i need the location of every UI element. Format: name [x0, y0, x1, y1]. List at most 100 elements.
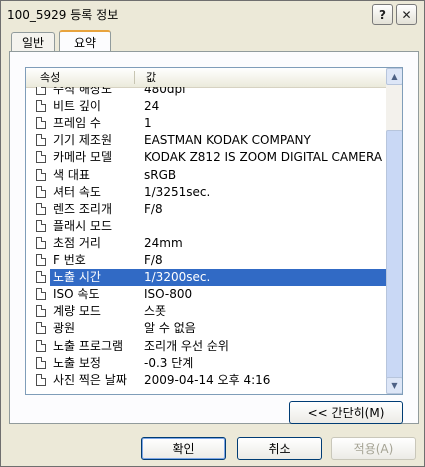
- title-bar: 100_5929 등록 정보 ? ✕: [1, 1, 424, 27]
- document-icon: [36, 185, 46, 198]
- list-item[interactable]: 노출 시간 1/3200sec.: [26, 269, 386, 287]
- simple-view-label: << 간단히(M): [307, 406, 385, 420]
- property-value: 2009-04-14 오후 4:16: [144, 372, 271, 387]
- tab-summary[interactable]: 요약: [59, 30, 111, 52]
- list-item[interactable]: 초점 거리 24mm: [26, 235, 386, 252]
- property-value: 스폿: [144, 304, 167, 319]
- property-list[interactable]: 속성 값 수직 해상도 480dpi 비트 깊이 24 프레임 수 1 기기 제조원 EAST…: [25, 67, 403, 395]
- document-icon: [36, 134, 46, 147]
- help-button[interactable]: ?: [372, 4, 393, 25]
- property-name: F 번호: [53, 253, 86, 267]
- document-icon: [36, 117, 46, 130]
- document-icon: [36, 305, 46, 318]
- cancel-label: 취소: [268, 442, 291, 456]
- tab-strip: 일반 요약: [9, 30, 419, 52]
- property-value: 조리개 우선 순위: [144, 338, 229, 353]
- tab-general[interactable]: 일반: [11, 32, 55, 51]
- property-value: 24mm: [144, 235, 183, 250]
- list-item[interactable]: 렌즈 조리개 F/8: [26, 201, 386, 218]
- property-name: 비트 깊이: [53, 99, 101, 114]
- apply-label: 적용(A): [353, 442, 394, 456]
- property-name: 렌즈 조리개: [53, 201, 113, 216]
- list-item[interactable]: 기기 제조원 EASTMAN KODAK COMPANY: [26, 132, 386, 149]
- document-icon: [36, 219, 46, 232]
- list-item[interactable]: 사진 찍은 날짜 2009-04-14 오후 4:16: [26, 372, 386, 389]
- column-header-property[interactable]: 속성: [34, 68, 134, 87]
- document-icon: [36, 271, 46, 284]
- list-item[interactable]: 노출 프로그램 조리개 우선 순위: [26, 338, 386, 355]
- document-icon: [36, 356, 46, 369]
- property-value: ISO-800: [144, 287, 193, 302]
- document-icon: [36, 288, 46, 301]
- document-icon: [36, 87, 46, 95]
- cancel-button[interactable]: 취소: [237, 437, 322, 460]
- scroll-up-button[interactable]: ▲: [386, 68, 402, 85]
- property-value: 24: [144, 99, 160, 114]
- list-item[interactable]: ISO 속도 ISO-800: [26, 286, 386, 303]
- document-icon: [36, 168, 46, 181]
- list-item[interactable]: 수직 해상도 480dpi: [26, 87, 386, 98]
- document-icon: [36, 202, 46, 215]
- property-value: EASTMAN KODAK COMPANY: [144, 133, 311, 148]
- property-value: sRGB: [144, 167, 177, 182]
- property-name: 노출 시간: [53, 269, 101, 287]
- document-icon: [36, 236, 46, 249]
- document-icon: [36, 254, 46, 266]
- list-item[interactable]: 계량 모드 스폿: [26, 303, 386, 320]
- list-item[interactable]: 프레임 수 1: [26, 115, 386, 132]
- property-name: 색 대표: [53, 167, 90, 182]
- close-icon: ✕: [401, 7, 412, 22]
- document-icon: [36, 373, 46, 386]
- column-header-property-label: 속성: [40, 71, 61, 84]
- property-value: 알 수 없음: [144, 321, 196, 336]
- property-value: 480dpi: [144, 87, 186, 96]
- chevron-down-icon: ▼: [391, 381, 398, 390]
- property-name: 노출 프로그램: [53, 338, 124, 353]
- list-item[interactable]: F 번호 F/8: [26, 252, 386, 269]
- property-name: 셔터 속도: [53, 184, 101, 199]
- simple-view-button[interactable]: << 간단히(M): [289, 401, 403, 424]
- help-icon: ?: [379, 7, 386, 22]
- property-value: F/8: [144, 201, 163, 216]
- property-name: 초점 거리: [53, 235, 101, 250]
- property-name: 광원: [53, 321, 76, 336]
- list-item[interactable]: 카메라 모델 KODAK Z812 IS ZOOM DIGITAL CAMERA: [26, 149, 386, 166]
- property-value: KODAK Z812 IS ZOOM DIGITAL CAMERA: [144, 150, 383, 165]
- list-header: 속성 값: [26, 68, 386, 88]
- document-icon: [36, 322, 46, 335]
- close-button[interactable]: ✕: [396, 4, 417, 25]
- list-item[interactable]: 셔터 속도 1/3251sec.: [26, 184, 386, 201]
- list-item[interactable]: 플래시 모드: [26, 218, 386, 235]
- apply-button[interactable]: 적용(A): [331, 437, 416, 460]
- list-item[interactable]: 노출 보정 -0.3 단계: [26, 355, 386, 372]
- scroll-down-button[interactable]: ▼: [386, 377, 402, 394]
- list-item[interactable]: 광원 알 수 없음: [26, 320, 386, 337]
- document-icon: [36, 100, 46, 113]
- list-item[interactable]: 비트 깊이 24: [26, 98, 386, 115]
- property-value: 1/3200sec.: [144, 269, 211, 287]
- property-name: 수직 해상도: [53, 87, 113, 96]
- window-title: 100_5929 등록 정보: [7, 8, 119, 22]
- property-value: -0.3 단계: [144, 355, 194, 370]
- list-rows: 수직 해상도 480dpi 비트 깊이 24 프레임 수 1 기기 제조원 EASTMAN K…: [26, 87, 386, 394]
- column-divider[interactable]: [134, 71, 135, 84]
- ok-button[interactable]: 확인: [141, 437, 226, 460]
- property-name: 노출 보정: [53, 355, 101, 370]
- property-name: 사진 찍은 날짜: [53, 372, 127, 387]
- scroll-thumb[interactable]: [386, 130, 402, 379]
- ok-label: 확인: [172, 442, 195, 456]
- chevron-up-icon: ▲: [391, 72, 398, 81]
- document-icon: [36, 339, 46, 352]
- property-name: 프레임 수: [53, 116, 101, 131]
- property-value: 1/3251sec.: [144, 184, 211, 199]
- property-name: 카메라 모델: [53, 150, 113, 165]
- property-name: 플래시 모드: [53, 218, 113, 233]
- property-name: 기기 제조원: [53, 133, 113, 148]
- list-item[interactable]: 색 대표 sRGB: [26, 167, 386, 184]
- tab-general-label: 일반: [21, 35, 45, 50]
- vertical-scrollbar[interactable]: ▲ ▼: [386, 68, 402, 394]
- property-value: 1: [144, 116, 152, 131]
- column-header-value[interactable]: 값: [140, 68, 380, 87]
- property-name: 계량 모드: [53, 304, 101, 319]
- tab-summary-label: 요약: [73, 35, 97, 50]
